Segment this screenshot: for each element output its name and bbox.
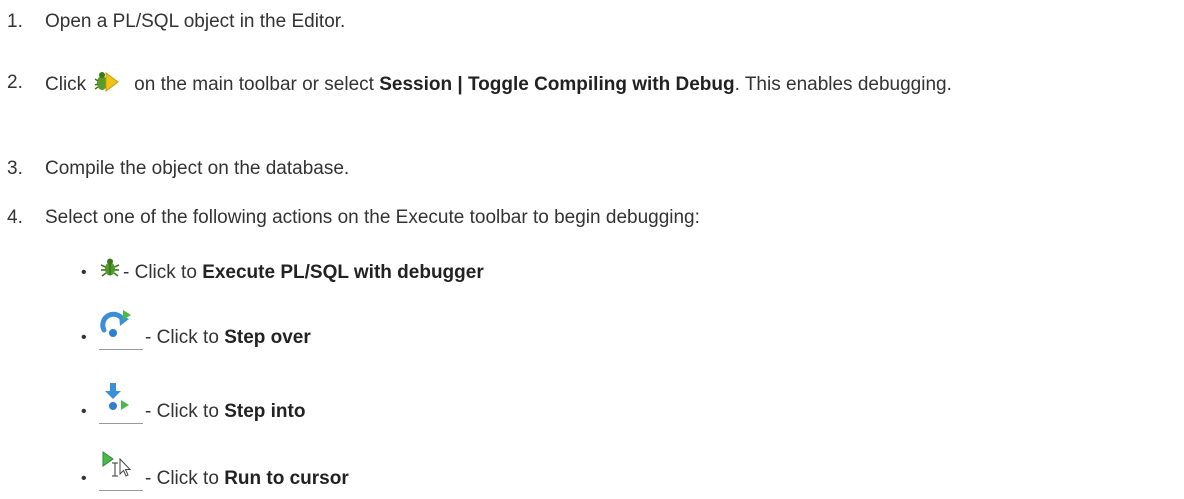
toggle-compile-debug-icon	[92, 68, 121, 106]
step-3: 3. Compile the object on the database.	[0, 154, 1170, 184]
step-text-mid: on the main toolbar or select	[134, 74, 374, 95]
bullet-glyph: •	[81, 329, 87, 346]
step-number: 3.	[7, 158, 23, 179]
action-name: Step over	[224, 327, 311, 348]
step-4: 4. Select one of the following actions o…	[0, 203, 1170, 233]
list-item-step-over: • - Click to Step over	[81, 308, 311, 350]
step-text: Compile the object on the database.	[45, 158, 350, 179]
menu-path: Session | Toggle Compiling with Debug	[379, 74, 735, 95]
bullet-text: - Click to Step into	[145, 401, 306, 422]
step-text: Click on the main toolbar or select Sess…	[45, 68, 1170, 106]
step-text: Select one of the following actions on t…	[45, 207, 700, 228]
step-into-icon	[99, 382, 143, 424]
bullet-text: - Click to Step over	[145, 327, 311, 348]
step-over-icon	[99, 308, 143, 350]
list-item-step-into: • - Click to Step into	[81, 382, 305, 424]
action-name: Execute PL/SQL with debugger	[202, 262, 484, 283]
bullet-glyph: •	[81, 264, 87, 281]
bullet-glyph: •	[81, 403, 87, 420]
step-text-post: . This enables debugging.	[734, 74, 952, 95]
step-text-pre: Click	[45, 74, 87, 95]
bullet-glyph: •	[81, 470, 87, 487]
step-number: 1.	[7, 11, 23, 32]
list-item-execute-debugger: • - Click to Execute PL/SQL with debugge…	[81, 256, 484, 285]
run-to-cursor-icon	[99, 449, 143, 491]
step-number: 2.	[7, 72, 23, 93]
execute-with-debugger-icon	[99, 256, 121, 285]
step-text: Open a PL/SQL object in the Editor.	[45, 11, 346, 32]
bullet-text: - Click to Execute PL/SQL with debugger	[123, 262, 484, 283]
list-item-run-to-cursor: • - Click to Run to cursor	[81, 449, 349, 491]
action-name: Step into	[224, 401, 306, 422]
step-2: 2. Click on the main toolbar or select S…	[0, 68, 1170, 106]
bullet-text: - Click to Run to cursor	[145, 468, 349, 489]
action-name: Run to cursor	[224, 468, 349, 489]
step-1: 1. Open a PL/SQL object in the Editor.	[0, 7, 1170, 37]
step-number: 4.	[7, 207, 23, 228]
